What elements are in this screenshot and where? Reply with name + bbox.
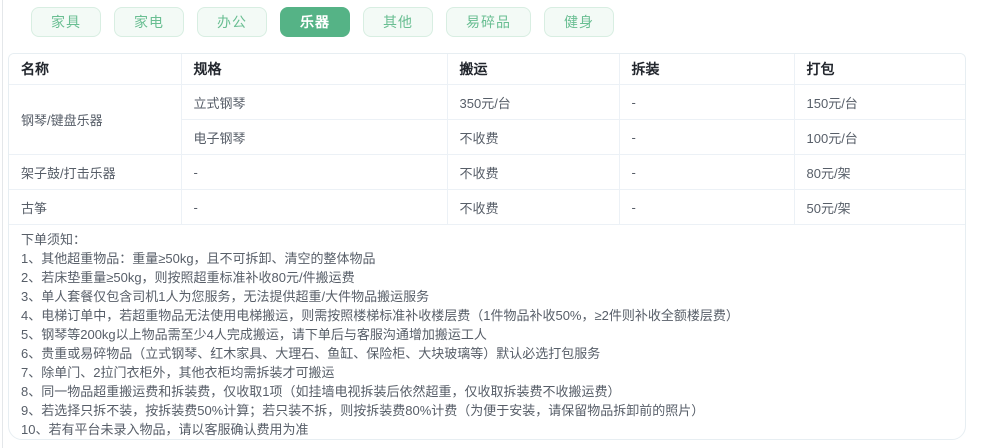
cell-disassemble: - <box>619 84 795 120</box>
cell-spec: 电子钢琴 <box>181 119 448 155</box>
cell-spec: - <box>181 154 448 190</box>
table-row: 架子鼓/打击乐器 - 不收费 - 80元/架 <box>9 154 965 190</box>
cell-disassemble: - <box>619 189 795 225</box>
pricing-panel: 名称 规格 搬运 拆装 打包 钢琴/键盘乐器 立式钢琴 350元/台 - 150… <box>8 53 966 440</box>
cell-spec: - <box>181 189 448 225</box>
category-tabbar: 家具 家电 办公 乐器 其他 易碎品 健身 <box>31 7 614 37</box>
page-edge-divider <box>2 0 3 448</box>
note-line: 1、其他超重物品：重量≥50kg，且不可拆卸、清空的整体物品 <box>21 251 376 266</box>
cell-name: 钢琴/键盘乐器 <box>9 84 182 155</box>
column-header-spec: 规格 <box>181 54 448 85</box>
cell-move: 350元/台 <box>447 84 620 120</box>
cell-pack: 50元/架 <box>794 189 965 225</box>
order-notes: 下单须知： 1、其他超重物品：重量≥50kg，且不可拆卸、清空的整体物品 2、若… <box>9 225 965 439</box>
tab-instruments[interactable]: 乐器 <box>280 7 350 37</box>
notes-title: 下单须知： <box>21 232 87 247</box>
cell-disassemble: - <box>619 119 795 155</box>
pricing-table: 名称 规格 搬运 拆装 打包 钢琴/键盘乐器 立式钢琴 350元/台 - 150… <box>9 54 965 225</box>
tab-appliances[interactable]: 家电 <box>114 7 184 37</box>
column-header-pack: 打包 <box>794 54 965 85</box>
cell-disassemble: - <box>619 154 795 190</box>
note-line: 3、单人套餐仅包含司机1人为您服务，无法提供超重/大件物品搬运服务 <box>21 289 430 304</box>
tab-fitness[interactable]: 健身 <box>544 7 614 37</box>
table-header-row: 名称 规格 搬运 拆装 打包 <box>9 54 965 85</box>
cell-name: 古筝 <box>9 189 182 225</box>
note-line: 6、贵重或易碎物品（立式钢琴、红木家具、大理石、鱼缸、保险柜、大块玻璃等）默认必… <box>21 346 601 361</box>
cell-move: 不收费 <box>447 119 620 155</box>
cell-move: 不收费 <box>447 154 620 190</box>
column-header-move: 搬运 <box>447 54 620 85</box>
cell-spec: 立式钢琴 <box>181 84 448 120</box>
tab-other[interactable]: 其他 <box>363 7 433 37</box>
tab-furniture[interactable]: 家具 <box>31 7 101 37</box>
tab-fragile[interactable]: 易碎品 <box>446 7 531 37</box>
cell-pack: 150元/台 <box>794 84 965 120</box>
cell-pack: 100元/台 <box>794 119 965 155</box>
note-line: 9、若选择只拆不装，按拆装费50%计算；若只装不拆，则按拆装费80%计费（为便于… <box>21 403 705 418</box>
column-header-disassemble: 拆装 <box>619 54 795 85</box>
note-line: 5、钢琴等200kg以上物品需至少4人完成搬运，请下单后与客服沟通增加搬运工人 <box>21 327 487 342</box>
cell-move: 不收费 <box>447 189 620 225</box>
note-line: 2、若床垫重量≥50kg，则按照超重标准补收80元/件搬运费 <box>21 270 355 285</box>
note-line: 7、除单门、2拉门衣柜外，其他衣柜均需拆装才可搬运 <box>21 365 335 380</box>
table-row: 古筝 - 不收费 - 50元/架 <box>9 189 965 225</box>
cell-pack: 80元/架 <box>794 154 965 190</box>
note-line: 10、若有平台未录入物品，请以客服确认费用为准 <box>21 422 309 437</box>
column-header-name: 名称 <box>9 54 182 85</box>
note-line: 4、电梯订单中，若超重物品无法使用电梯搬运，则需按照楼梯标准补收楼层费（1件物品… <box>21 308 739 323</box>
table-row: 钢琴/键盘乐器 立式钢琴 350元/台 - 150元/台 <box>9 84 965 155</box>
tab-office[interactable]: 办公 <box>197 7 267 37</box>
cell-name: 架子鼓/打击乐器 <box>9 154 182 190</box>
note-line: 8、同一物品超重搬运费和拆装费，仅收取1项（如挂墙电视拆装后依然超重，仅收取拆装… <box>21 384 621 399</box>
